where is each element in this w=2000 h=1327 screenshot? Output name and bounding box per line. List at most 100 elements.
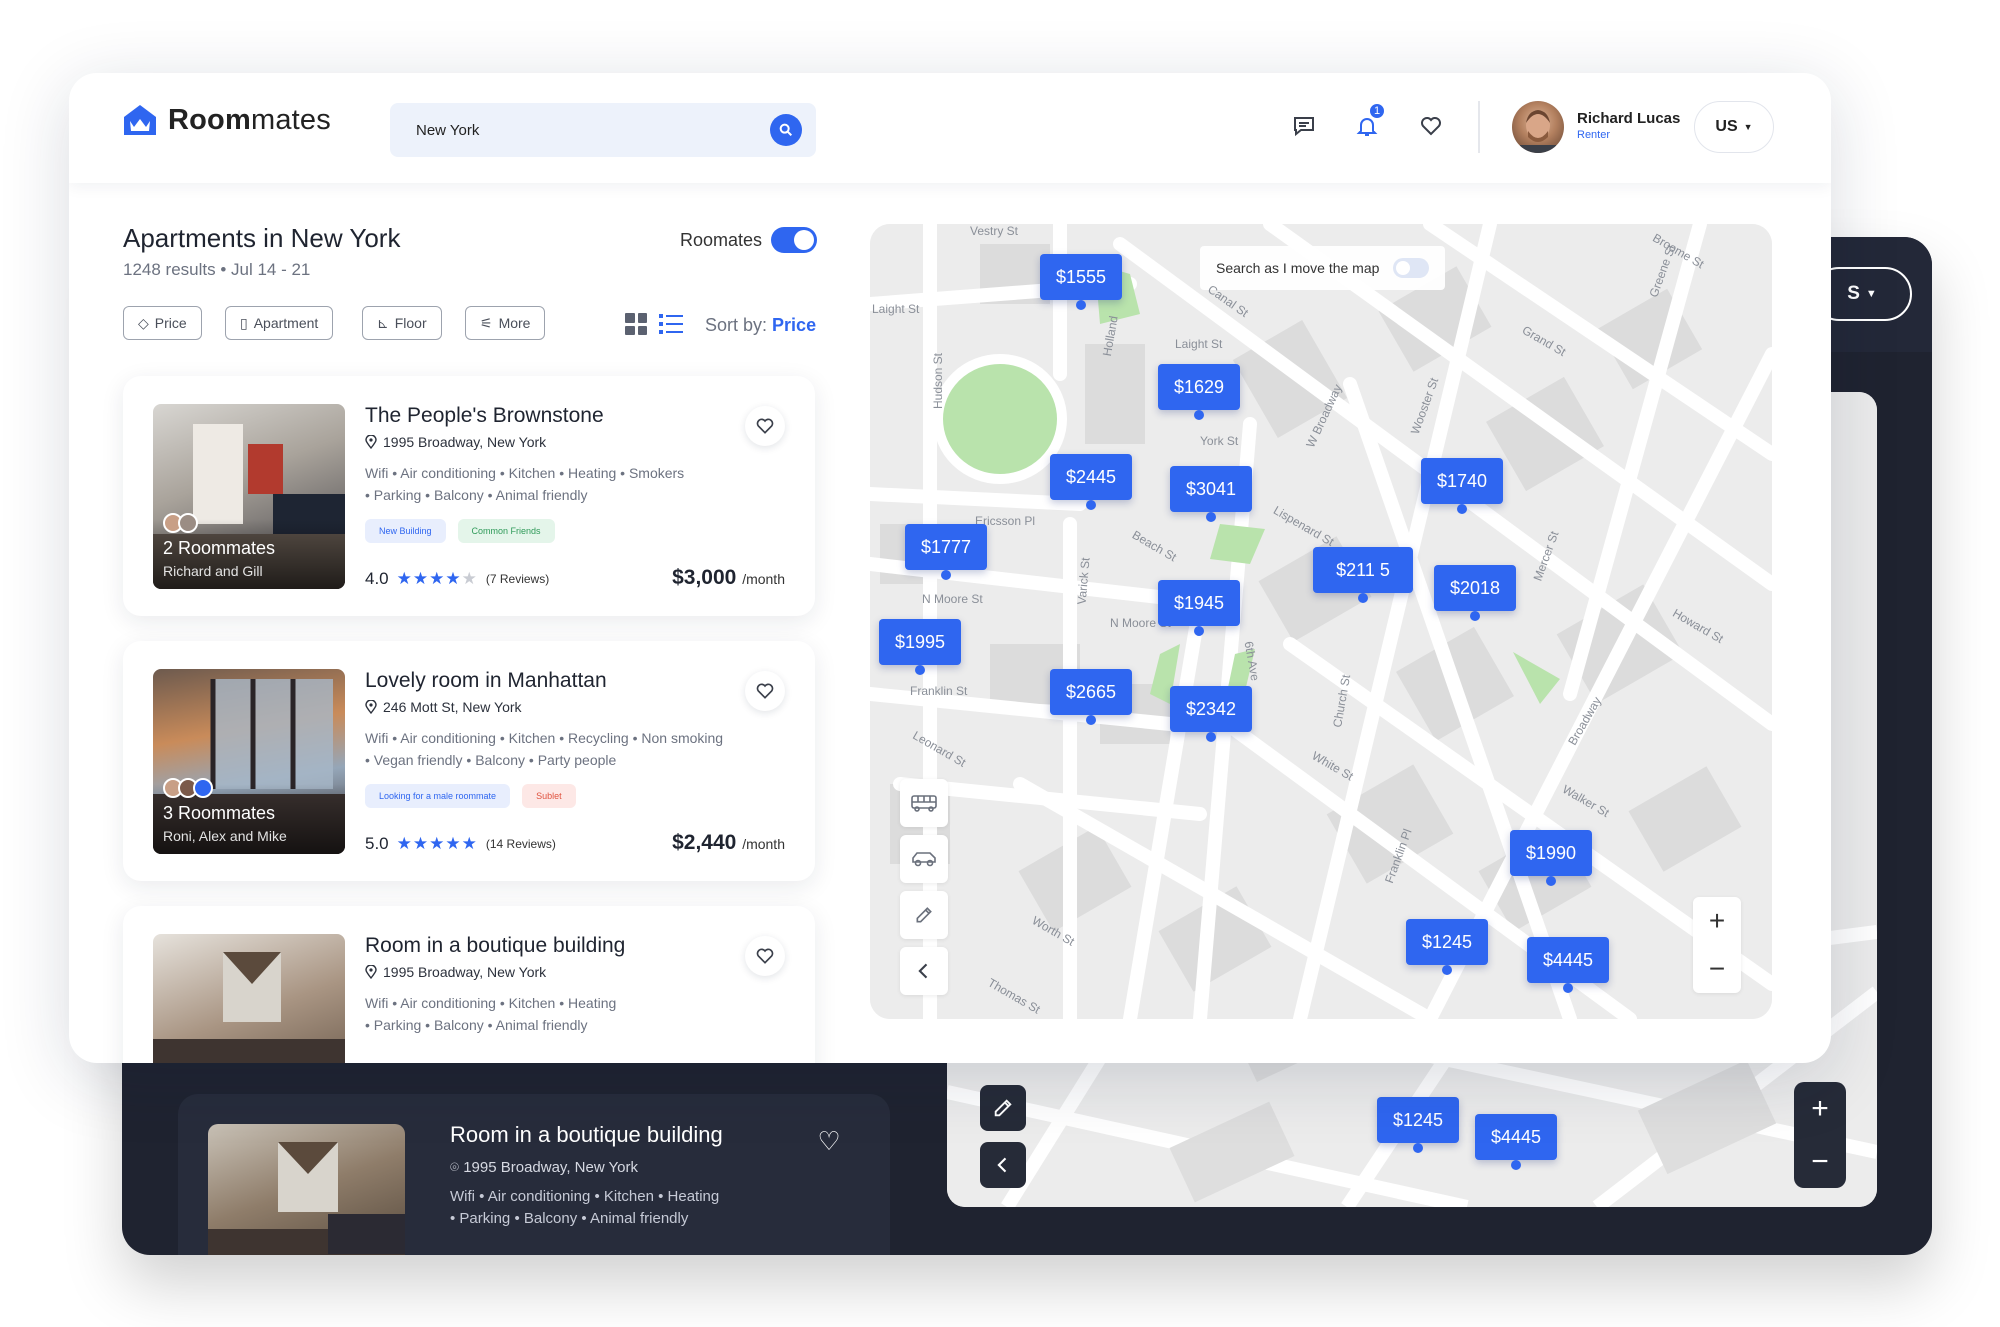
bell-icon[interactable]: 1 — [1352, 102, 1386, 141]
price-pin[interactable]: $4445 — [1527, 937, 1610, 993]
dark-listing-photo — [208, 1124, 405, 1255]
dark-listing-address-text: 1995 Broadway, New York — [463, 1159, 639, 1176]
zoom-out-icon[interactable]: − — [1693, 945, 1741, 993]
search-icon[interactable] — [770, 114, 802, 146]
filter-floor-button[interactable]: ⊾ Floor — [362, 306, 442, 340]
chevron-left-icon[interactable] — [900, 947, 948, 995]
dark-listing-amenities: Wifi • Air conditioning • Kitchen • Heat… — [450, 1186, 719, 1230]
listing-price: $3,000 /month — [672, 566, 785, 590]
price-pin[interactable]: $1945 — [1158, 580, 1241, 636]
listing-title[interactable]: Room in a boutique building — [365, 934, 625, 958]
heart-icon[interactable] — [745, 936, 785, 976]
listing-title[interactable]: Lovely room in Manhattan — [365, 669, 607, 693]
map-search-switch[interactable] — [1393, 258, 1430, 278]
street-label: Vestry St — [970, 224, 1019, 238]
chevron-left-icon[interactable] — [980, 1142, 1026, 1188]
listing-address: 246 Mott St, New York — [365, 699, 522, 715]
price-pin[interactable]: $2445 — [1050, 454, 1133, 510]
header-divider — [1478, 101, 1480, 153]
listing-card[interactable]: 3 Roommates Roni, Alex and Mike Lovely r… — [123, 641, 815, 881]
map-search-toggle[interactable]: Search as I move the map — [1200, 246, 1446, 290]
grid-view-icon[interactable] — [625, 313, 647, 335]
review-count[interactable]: (14 Reviews) — [486, 837, 556, 851]
rating-value: 4.0 — [365, 569, 389, 588]
sort-control[interactable]: Sort by: Price — [705, 315, 816, 336]
heart-icon[interactable]: ♡ — [812, 1124, 846, 1158]
listing-title[interactable]: The People's Brownstone — [365, 404, 604, 428]
language-selector[interactable]: US ▼ — [1694, 101, 1774, 153]
notification-badge: 1 — [1368, 102, 1386, 120]
filter-apartment-label: Apartment — [253, 315, 319, 331]
filter-price-button[interactable]: ◇ Price — [123, 306, 202, 340]
price-pin[interactable]: $1555 — [1040, 254, 1123, 310]
tag-badge: Sublet — [522, 784, 576, 808]
dark-price-pin[interactable]: $4445 — [1475, 1114, 1558, 1170]
house-crown-icon — [124, 105, 156, 135]
listing-photo: 2 Roommates Richard and Gill — [153, 404, 345, 589]
amenities-line-2: • Parking • Balcony • Animal friendly — [365, 487, 588, 503]
price-pin[interactable]: $1777 — [905, 524, 988, 580]
dark-price-pin[interactable]: $1245 — [1377, 1097, 1460, 1153]
listing-address-text: 1995 Broadway, New York — [383, 964, 547, 980]
search-input[interactable] — [416, 103, 746, 157]
map-view[interactable]: Search as I move the map Vestry St Laigh… — [870, 224, 1772, 1019]
listing-card[interactable]: 2 Roommates Richard and Gill The People'… — [123, 376, 815, 616]
brand-logo[interactable]: Roommates — [122, 103, 331, 137]
user-role: Renter — [1577, 129, 1611, 141]
listing-tags: New Building Common Friends — [365, 519, 555, 543]
chevron-down-icon: ▼ — [1865, 288, 1877, 300]
listing-card[interactable]: Room in a boutique building 1995 Broadwa… — [123, 906, 815, 1063]
review-count[interactable]: (7 Reviews) — [486, 572, 549, 586]
pencil-icon[interactable] — [900, 891, 948, 939]
heart-icon[interactable] — [1416, 111, 1446, 141]
price-pin[interactable]: $1995 — [879, 619, 962, 675]
street-label: Laight St — [872, 302, 920, 316]
price-pin[interactable]: $1990 — [1510, 830, 1593, 886]
tag-badge: Looking for a male roommate — [365, 784, 511, 808]
price-pin[interactable]: $1629 — [1158, 364, 1241, 420]
filter-more-label: More — [498, 315, 531, 331]
sort-value: Price — [772, 315, 817, 335]
roomates-toggle[interactable] — [771, 227, 817, 253]
listing-photo — [153, 934, 345, 1063]
filter-apartment-button[interactable]: ▯ Apartment — [225, 306, 334, 340]
pencil-icon[interactable] — [980, 1085, 1026, 1131]
price-pin[interactable]: $2665 — [1050, 669, 1133, 725]
street-label: N Moore St — [922, 592, 983, 606]
search-bar — [390, 103, 816, 157]
price-pin[interactable]: $2018 — [1434, 565, 1517, 621]
price-value: $3,000 — [672, 566, 737, 589]
list-view-icon[interactable] — [659, 313, 683, 335]
location-pin-icon — [365, 700, 377, 714]
amenities-line-2: • Parking • Balcony • Animal friendly — [365, 1017, 588, 1033]
listing-rating: 4.0 ★★★★★ (7 Reviews) — [365, 569, 549, 589]
dark-listing-address: ⌾ 1995 Broadway, New York — [450, 1159, 638, 1176]
brand-name: Roommates — [168, 103, 331, 136]
street-label: York St — [1200, 434, 1239, 448]
zoom-in-icon[interactable]: + — [1693, 897, 1741, 945]
dark-zoom-controls: + − — [1794, 1082, 1846, 1188]
chat-icon[interactable] — [1289, 111, 1319, 141]
heart-icon[interactable] — [745, 671, 785, 711]
filter-more-button[interactable]: ⚟ More — [465, 306, 546, 340]
car-icon[interactable] — [900, 835, 948, 883]
listing-address-text: 1995 Broadway, New York — [383, 434, 547, 450]
bus-icon[interactable] — [900, 779, 948, 827]
tag-icon: ◇ — [138, 314, 149, 331]
avatar[interactable] — [1512, 101, 1564, 153]
listing-address-text: 246 Mott St, New York — [383, 699, 522, 715]
dark-listing-card[interactable]: Room in a boutique building ⌾ 1995 Broad… — [178, 1094, 890, 1255]
price-pin[interactable]: $211 5 — [1313, 547, 1413, 603]
tag-badge: Common Friends — [457, 519, 555, 543]
zoom-out-icon[interactable]: − — [1794, 1135, 1846, 1188]
zoom-in-icon[interactable]: + — [1794, 1082, 1846, 1135]
language-label: US — [1715, 118, 1738, 135]
heart-icon[interactable] — [745, 406, 785, 446]
location-pin-icon — [365, 965, 377, 979]
listing-price: $2,440 /month — [672, 831, 785, 855]
price-pin[interactable]: $1245 — [1406, 919, 1489, 975]
price-pin[interactable]: $2342 — [1170, 686, 1253, 742]
price-pin[interactable]: $1740 — [1421, 458, 1504, 514]
listing-amenities: Wifi • Air conditioning • Kitchen • Heat… — [365, 462, 775, 506]
price-pin[interactable]: $3041 — [1170, 466, 1253, 522]
